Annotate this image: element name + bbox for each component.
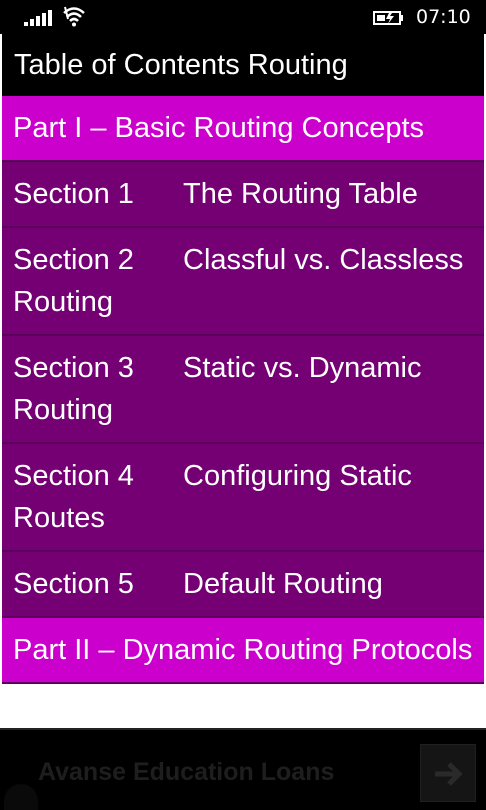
toc-item-label: Part II – Dynamic Routing Protocols — [13, 634, 473, 666]
toc-item-section-2[interactable]: Section 2 Classful vs. Classless Routing — [2, 228, 484, 336]
ad-banner[interactable]: Avanse Education Loans — [0, 728, 486, 810]
toc-item-label: Part I – Basic Routing Concepts — [13, 112, 425, 144]
toc-item-section-3[interactable]: Section 3 Static vs. Dynamic Routing — [2, 336, 484, 444]
toc-item-label: Default Routing — [183, 568, 383, 600]
toc-section-number: Section 2 — [13, 244, 134, 276]
toc-item-part-1[interactable]: Part I – Basic Routing Concepts — [2, 96, 484, 162]
arrow-right-icon[interactable] — [420, 744, 476, 802]
toc-section-number: Section 4 — [13, 460, 134, 492]
ad-text: Avanse Education Loans — [38, 758, 335, 786]
toc-list: Part I – Basic Routing Concepts Section … — [2, 96, 484, 684]
toc-section-number: Section 5 — [13, 568, 134, 600]
toc-item-section-1[interactable]: Section 1 The Routing Table — [2, 162, 484, 228]
wifi-icon — [63, 6, 85, 27]
toc-section-number: Section 1 — [13, 178, 134, 210]
toc-item-part-2[interactable]: Part II – Dynamic Routing Protocols — [2, 618, 484, 684]
battery-charging-icon — [373, 11, 403, 25]
clock: 07:10 — [416, 6, 471, 28]
toc-section-number: Section 3 — [13, 352, 134, 384]
app-frame: Table of Contents Routing Part I – Basic… — [0, 34, 486, 728]
page-title: Table of Contents Routing — [2, 34, 484, 96]
toc-item-section-5[interactable]: Section 5 Default Routing — [2, 552, 484, 618]
ad-badge-icon — [4, 784, 38, 810]
toc-item-section-4[interactable]: Section 4 Configuring Static Routes — [2, 444, 484, 552]
signal-icon — [24, 8, 56, 26]
status-bar: 07:10 — [0, 0, 486, 34]
toc-item-label: The Routing Table — [183, 178, 418, 210]
